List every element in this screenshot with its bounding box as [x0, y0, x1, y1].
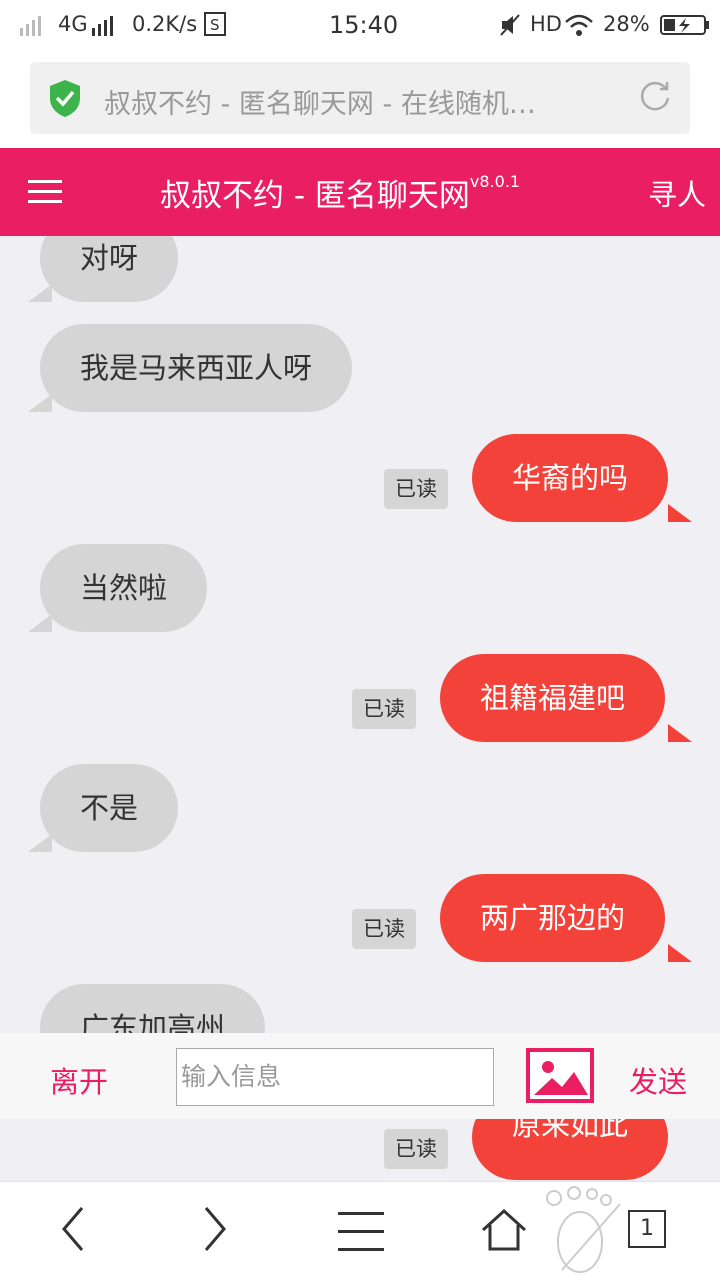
app-version: v8.0.1: [469, 172, 521, 191]
hd-label: HD: [530, 12, 562, 36]
message-outgoing: 祖籍福建吧: [440, 654, 666, 742]
bubble-tail: [668, 504, 692, 522]
send-button[interactable]: 发送: [629, 1059, 687, 1101]
read-receipt: 已读: [384, 1129, 448, 1169]
message-incoming: 当然啦: [40, 544, 208, 632]
app-header: 叔叔不约 - 匿名聊天网v8.0.1 寻人: [0, 148, 720, 236]
s-icon: S: [204, 12, 226, 41]
shield-check-icon: [48, 78, 82, 122]
image-upload-icon[interactable]: [526, 1048, 594, 1103]
battery-percent: 28%: [603, 12, 650, 36]
refresh-icon[interactable]: [638, 80, 672, 118]
url-bar[interactable]: 叔叔不约 - 匿名聊天网 - 在线随机…: [30, 62, 690, 134]
bubble-tail: [28, 834, 52, 852]
message-outgoing: 华裔的吗: [472, 434, 669, 522]
network-label: 4G: [58, 12, 88, 36]
signal-icon: [20, 14, 48, 41]
message-incoming: 对呀: [40, 236, 179, 302]
home-icon[interactable]: [480, 1208, 528, 1256]
bubble-tail: [668, 724, 692, 742]
footprint-icon[interactable]: [540, 1184, 624, 1284]
battery-icon: [660, 14, 710, 41]
tabs-button[interactable]: 1: [628, 1210, 666, 1248]
app-title: 叔叔不约 - 匿名聊天网v8.0.1: [160, 170, 520, 215]
clock: 15:40: [329, 11, 399, 39]
bubble-tail: [28, 614, 52, 632]
bubble-tail: [28, 394, 52, 412]
back-icon[interactable]: [58, 1204, 88, 1258]
read-receipt: 已读: [384, 469, 448, 509]
message-input-bar: 离开 发送: [0, 1033, 720, 1119]
message-outgoing: 两广那边的: [440, 874, 666, 962]
browser-bottom-nav: 1: [0, 1181, 720, 1281]
mute-icon: [500, 13, 520, 42]
message-incoming: 不是: [40, 764, 179, 852]
wifi-icon: [564, 13, 594, 42]
speed-label: 0.2K/s: [132, 12, 198, 36]
bubble-tail: [28, 284, 52, 302]
status-bar: 4G 0.2K/s S 15:40 HD 28%: [0, 0, 720, 50]
menu-icon[interactable]: [338, 1212, 384, 1256]
message-incoming: 我是马来西亚人呀: [40, 324, 353, 412]
menu-icon[interactable]: [28, 178, 62, 208]
url-text[interactable]: 叔叔不约 - 匿名聊天网 - 在线随机…: [104, 82, 536, 121]
find-person-button[interactable]: 寻人: [648, 172, 706, 214]
message-input[interactable]: [176, 1048, 494, 1106]
svg-text:S: S: [210, 16, 220, 34]
app-title-text: 叔叔不约 - 匿名聊天网: [160, 178, 470, 214]
read-receipt: 已读: [352, 689, 416, 729]
signal-strong-icon: [92, 14, 120, 41]
forward-icon[interactable]: [200, 1204, 230, 1258]
read-receipt: 已读: [352, 909, 416, 949]
leave-button[interactable]: 离开: [50, 1059, 108, 1101]
bubble-tail: [668, 944, 692, 962]
